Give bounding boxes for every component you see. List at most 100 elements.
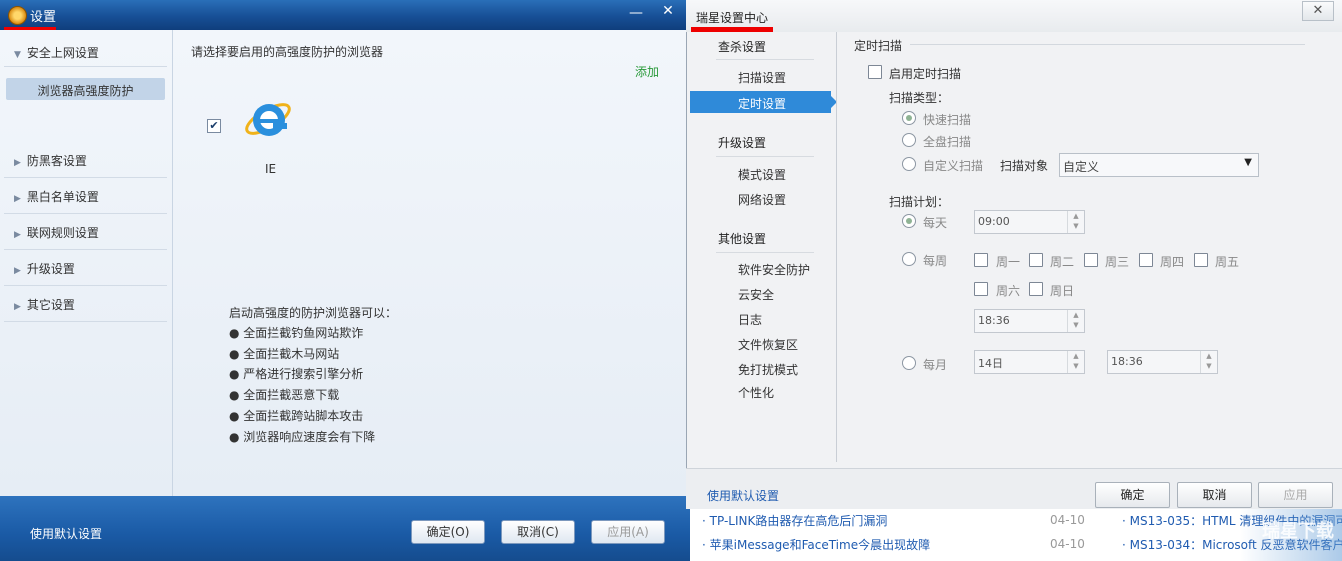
sidebar-item-label: 浏览器高强度防护 [37, 84, 134, 98]
sidebar-item-label: 黑白名单设置 [26, 190, 99, 204]
nav-item-network[interactable]: 网络设置 [738, 191, 786, 208]
list-item: ● 全面拦截钓鱼网站欺诈 [229, 326, 364, 340]
gear-icon [8, 6, 27, 25]
sidebar-item-upgrade[interactable]: ▶ 升级设置 [14, 260, 75, 277]
weekday-checkbox-mon[interactable] [974, 253, 988, 267]
divider [716, 156, 814, 157]
spinner-arrows-icon[interactable]: ▲ ▼ [1067, 351, 1084, 373]
nav-divider [836, 32, 837, 462]
weekday-label: 周三 [1105, 255, 1130, 269]
divider [4, 285, 167, 286]
monthly-time-spinner[interactable]: 18:36 ▲ ▼ [1107, 350, 1218, 374]
nav-item-software-protection[interactable]: 软件安全防护 [738, 261, 810, 278]
ok-button[interactable]: 确定(O) [411, 520, 485, 544]
ie-checkbox[interactable]: ✔ [207, 119, 221, 133]
daily-time-spinner[interactable]: 09:00 ▲ ▼ [974, 210, 1085, 234]
list-item: ● 全面拦截跨站脚本攻击 [229, 409, 364, 423]
weekday-checkbox-wed[interactable] [1084, 253, 1098, 267]
left-title-bar[interactable] [0, 0, 690, 30]
collapse-arrow-icon: ▶ [14, 266, 21, 276]
weekday-checkbox-sat[interactable] [974, 282, 988, 296]
news-link[interactable]: · TP-LINK路由器存在高危后门漏洞 [702, 512, 887, 529]
right-title-bar[interactable] [686, 0, 1342, 32]
cancel-button[interactable]: 取消(C) [501, 520, 575, 544]
spinner-arrows-icon[interactable]: ▲ ▼ [1067, 211, 1084, 233]
add-browser-link[interactable]: 添加 [635, 63, 659, 80]
weekday-label: 周六 [996, 284, 1021, 298]
sidebar-item-blackwhite-list[interactable]: ▶ 黑白名单设置 [14, 188, 99, 205]
weekday-label: 周四 [1160, 255, 1185, 269]
nav-item-quarantine[interactable]: 文件恢复区 [738, 336, 798, 353]
sidebar-group-security[interactable]: ▼ 安全上网设置 [14, 44, 99, 61]
list-item: ● 浏览器响应速度会有下降 [229, 430, 376, 444]
radio-custom-scan[interactable] [902, 157, 916, 171]
spinner-arrows-icon[interactable]: ▲ ▼ [1200, 351, 1217, 373]
weekday-checkbox-sun[interactable] [1029, 282, 1043, 296]
use-defaults-link[interactable]: 使用默认设置 [30, 525, 102, 542]
list-item: ● 全面拦截木马网站 [229, 347, 340, 361]
ie-icon[interactable] [243, 94, 293, 144]
nav-group-scan: 查杀设置 [718, 40, 767, 54]
list-item-text: 浏览器响应速度会有下降 [243, 430, 376, 444]
minimize-button[interactable]: — [622, 3, 650, 23]
sidebar-item-label: 其它设置 [26, 298, 75, 312]
nav-item-personalize[interactable]: 个性化 [738, 384, 774, 401]
sidebar-item-label: 防黑客设置 [26, 154, 87, 168]
collapse-arrow-icon: ▶ [14, 194, 21, 204]
divider [4, 249, 167, 250]
apply-button[interactable]: 应用(A) [591, 520, 665, 544]
radio-quick-scan[interactable] [902, 111, 916, 125]
news-link[interactable]: · 苹果iMessage和FaceTime今晨出现故障 [702, 536, 930, 553]
nav-item-scan-settings[interactable]: 扫描设置 [738, 69, 786, 86]
radio-weekly[interactable] [902, 252, 916, 266]
weekly-time-spinner[interactable]: 18:36 ▲ ▼ [974, 309, 1085, 333]
daily-label: 每天 [923, 216, 948, 230]
apply-button[interactable]: 应用 [1258, 482, 1333, 508]
left-footer-bar [0, 496, 690, 561]
divider [716, 59, 814, 60]
nav-item-do-not-disturb[interactable]: 免打扰模式 [738, 361, 798, 378]
sidebar-group-label: 安全上网设置 [26, 46, 99, 60]
radio-monthly[interactable] [902, 356, 916, 370]
collapse-arrow-icon: ▶ [14, 158, 21, 168]
enable-schedule-label: 启用定时扫描 [889, 67, 962, 81]
spinner-arrows-icon[interactable]: ▲ ▼ [1067, 310, 1084, 332]
close-button[interactable]: ✕ [1302, 1, 1334, 21]
weekday-label: 周一 [996, 255, 1021, 269]
weekday-checkbox-tue[interactable] [1029, 253, 1043, 267]
news-date: 04-10 [1050, 537, 1085, 551]
sidebar-item-label: 联网规则设置 [26, 226, 99, 240]
weekday-checkbox-thu[interactable] [1139, 253, 1153, 267]
close-button[interactable]: ✕ [654, 1, 682, 21]
radio-daily[interactable] [902, 214, 916, 228]
weekday-checkbox-fri[interactable] [1194, 253, 1208, 267]
weekday-label: 周五 [1215, 255, 1240, 269]
full-scan-label: 全盘扫描 [923, 135, 972, 149]
nav-item-cloud-security[interactable]: 云安全 [738, 286, 774, 303]
ie-label: IE [265, 162, 277, 176]
left-window-title: 设置 [30, 10, 57, 25]
enable-schedule-checkbox[interactable] [868, 65, 882, 79]
news-date: 04-10 [1050, 513, 1085, 527]
monthly-day-spinner[interactable]: 14日 ▲ ▼ [974, 350, 1085, 374]
cancel-button[interactable]: 取消 [1177, 482, 1252, 508]
daily-time-value: 09:00 [978, 215, 1010, 228]
news-title: TP-LINK路由器存在高危后门漏洞 [709, 514, 888, 528]
sidebar-item-other[interactable]: ▶ 其它设置 [14, 296, 75, 313]
use-defaults-link[interactable]: 使用默认设置 [707, 487, 779, 504]
nav-item-scheduled[interactable]: 定时设置 [738, 95, 786, 112]
radio-full-scan[interactable] [902, 133, 916, 147]
monthly-label: 每月 [923, 358, 948, 372]
list-item: ● 全面拦截恶意下载 [229, 388, 340, 402]
list-item-text: 全面拦截跨站脚本攻击 [243, 409, 364, 423]
nav-item-mode[interactable]: 模式设置 [738, 166, 786, 183]
monthly-day-value: 14日 [978, 357, 1003, 370]
sidebar-item-network-rules[interactable]: ▶ 联网规则设置 [14, 224, 99, 241]
scan-target-dropdown[interactable]: 自定义 ▼ [1059, 153, 1259, 177]
watermark: 瑞星下载 [1262, 521, 1334, 542]
collapse-arrow-icon: ▶ [14, 302, 21, 312]
sidebar-item-anti-hacker[interactable]: ▶ 防黑客设置 [14, 152, 87, 169]
ok-button[interactable]: 确定 [1095, 482, 1170, 508]
news-title: 苹果iMessage和FaceTime今晨出现故障 [709, 538, 931, 552]
nav-item-log[interactable]: 日志 [738, 311, 762, 328]
